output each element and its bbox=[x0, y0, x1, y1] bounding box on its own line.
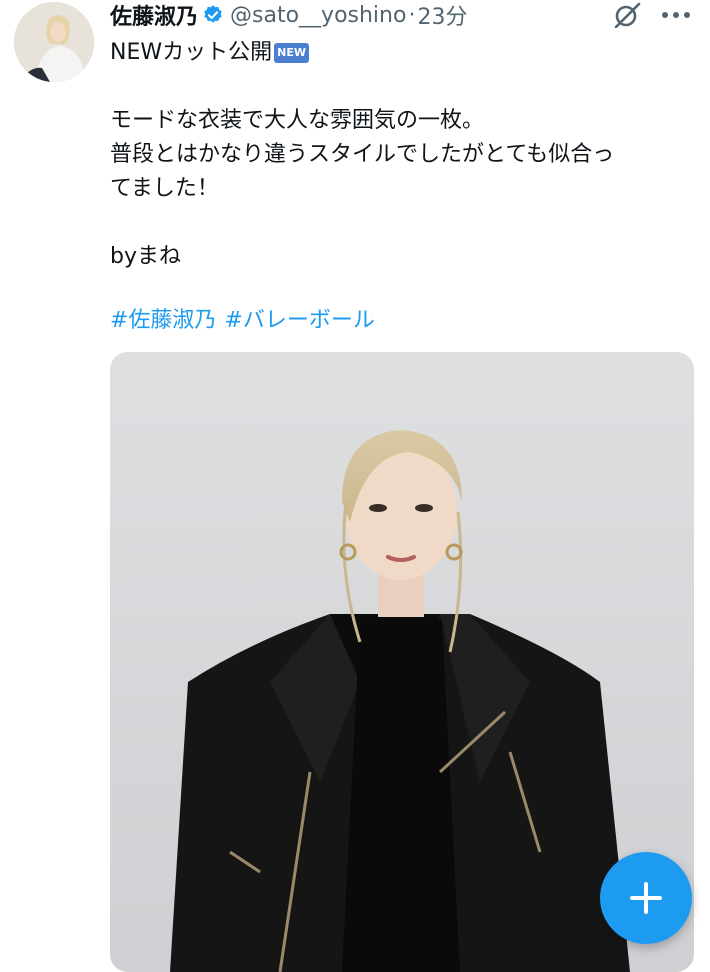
time-separator: · bbox=[408, 2, 416, 28]
tweet-header: 佐藤淑乃 @sato__yoshino · 23分 bbox=[110, 0, 467, 31]
tweet-line-1: NEWカット公開 bbox=[110, 40, 273, 65]
hashtag-link[interactable]: #バレーボール bbox=[224, 308, 374, 333]
compose-button[interactable] bbox=[600, 852, 692, 944]
avatar-image bbox=[14, 2, 94, 82]
tweet-line-3: 普段とはかなり違うスタイルでしたがとても似合っ bbox=[110, 142, 615, 167]
hashtags: #佐藤淑乃 #バレーボール bbox=[110, 304, 383, 338]
hashtag-link[interactable]: #佐藤淑乃 bbox=[110, 308, 216, 333]
plus-icon bbox=[630, 882, 662, 914]
tweet-line-4: てました！ bbox=[110, 176, 219, 201]
handle[interactable]: @sato__yoshino bbox=[230, 3, 406, 28]
timestamp[interactable]: 23分 bbox=[417, 0, 467, 31]
tweet-line: NEWカット公開 NEW bbox=[110, 36, 700, 70]
display-name[interactable]: 佐藤淑乃 bbox=[110, 0, 198, 31]
avatar[interactable] bbox=[14, 2, 94, 82]
tweet-text: NEWカット公開 NEW モードな衣装で大人な雰囲気の一枚。 普段とはかなり違うス… bbox=[110, 36, 700, 274]
tweet-line-2: モードな衣装で大人な雰囲気の一枚。 bbox=[110, 108, 485, 133]
verified-badge-icon bbox=[204, 5, 222, 23]
grok-icon[interactable] bbox=[612, 2, 642, 28]
tweet-line-5: byまね bbox=[110, 244, 181, 269]
new-emoji-badge: NEW bbox=[274, 43, 309, 63]
more-icon[interactable] bbox=[660, 10, 692, 20]
